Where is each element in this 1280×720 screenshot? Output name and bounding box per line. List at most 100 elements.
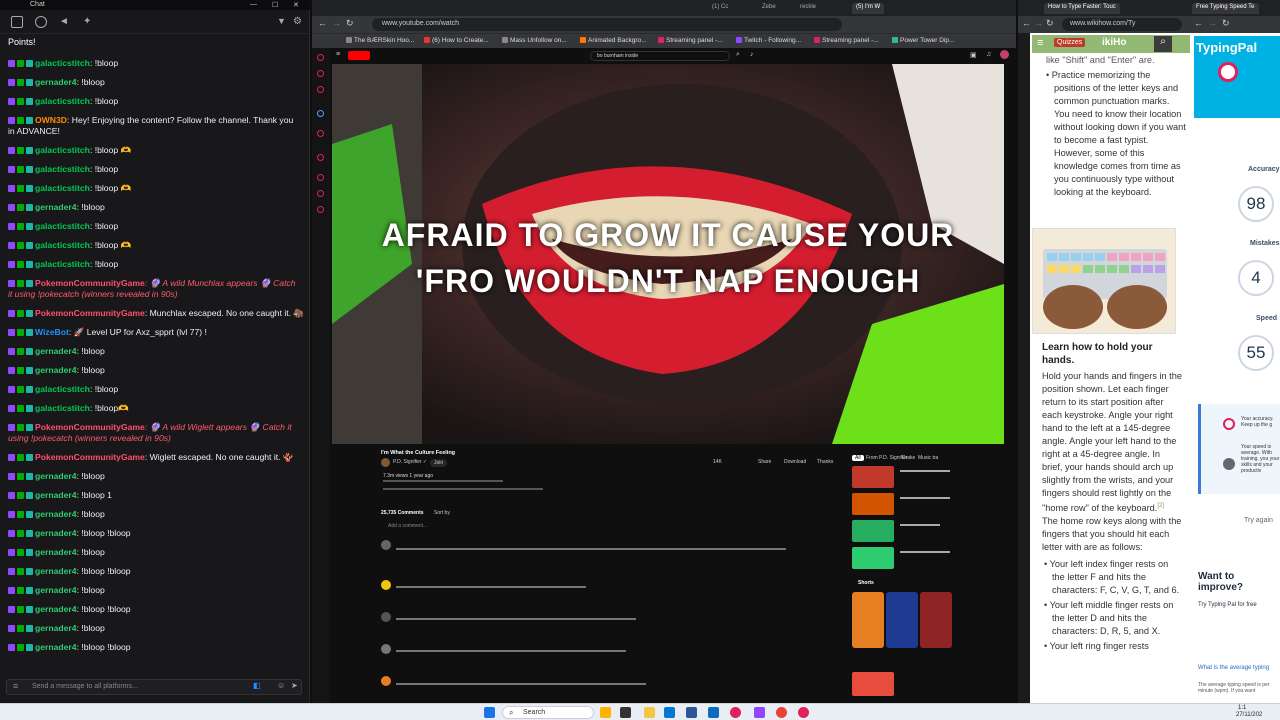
taskbar-search[interactable]: ⌕ Search [502, 706, 594, 719]
search-icon[interactable]: ⌕ [736, 51, 740, 59]
chat-username[interactable]: PokemonCommunityGame [35, 422, 145, 432]
forward-icon[interactable]: → [332, 18, 341, 28]
filter-chip-drake[interactable]: Drake [902, 455, 915, 461]
chrome-icon[interactable] [776, 707, 787, 718]
video-player[interactable]: AFRAID TO GROW IT CAUSE YOUR 'FRO WOULDN… [332, 64, 1004, 444]
chat-username[interactable]: galacticstitch [35, 145, 90, 155]
activity-icon[interactable] [35, 16, 47, 28]
tab-item[interactable]: (1) Cc [708, 3, 732, 14]
sidebar-icon[interactable] [317, 206, 324, 213]
recommendation-thumbnail[interactable] [852, 547, 894, 569]
maximize-icon[interactable]: ☐ [272, 1, 278, 9]
send-icon[interactable]: ➤ [291, 681, 298, 690]
reload-icon[interactable]: ↻ [346, 18, 354, 29]
sidebar-icon[interactable] [317, 86, 324, 93]
forward-icon[interactable]: → [1208, 18, 1217, 28]
mail-icon[interactable] [708, 707, 719, 718]
bookmark-item[interactable]: (6) How to Create... [424, 37, 489, 44]
add-comment-input[interactable]: Add a comment... [388, 523, 427, 529]
wikihow-logo-icon[interactable]: ikiHo [1102, 37, 1126, 48]
chat-username[interactable]: gernader4 [35, 604, 77, 614]
join-button[interactable]: Join [430, 459, 448, 467]
try-again-link[interactable]: Try again [1244, 517, 1273, 524]
menu-icon[interactable]: ≡ [1037, 37, 1043, 49]
chat-icon[interactable] [11, 16, 23, 28]
download-button[interactable]: Download [784, 459, 806, 465]
bookmark-item[interactable]: Streaming panel -... [658, 37, 723, 44]
chat-username[interactable]: gernader4 [35, 202, 77, 212]
twitch-icon[interactable] [754, 707, 765, 718]
app-icon[interactable] [730, 707, 741, 718]
address-bar[interactable]: www.wikihow.com/Ty [1062, 18, 1182, 31]
chat-username[interactable]: galacticstitch [35, 403, 90, 413]
chat-username[interactable]: gernader4 [35, 346, 77, 356]
youtube-logo-icon[interactable] [348, 51, 370, 60]
sidebar-icon[interactable] [317, 54, 324, 61]
chat-username[interactable]: galacticstitch [35, 240, 90, 250]
back-icon[interactable]: ← [1022, 18, 1031, 28]
reload-icon[interactable]: ↻ [1046, 18, 1054, 29]
like-count[interactable]: 14K [713, 459, 722, 465]
sparkle-icon[interactable]: ✦ [83, 16, 95, 28]
tab-item[interactable]: Zebe [758, 3, 780, 14]
chat-username[interactable]: PokemonCommunityGame [35, 278, 145, 288]
chat-username[interactable]: galacticstitch [35, 221, 90, 231]
back-icon[interactable]: ← [1194, 18, 1203, 28]
chat-username[interactable]: galacticstitch [35, 384, 90, 394]
faq-heading[interactable]: What is the average typing [1198, 665, 1269, 671]
try-free-link[interactable]: Try Typing Pal for free [1198, 602, 1257, 608]
search-icon[interactable]: ⌕ [1154, 36, 1172, 52]
sidebar-icon[interactable] [317, 70, 324, 77]
chat-username[interactable]: gernader4 [35, 585, 77, 595]
store-icon[interactable] [686, 707, 697, 718]
chat-username[interactable]: galacticstitch [35, 259, 90, 269]
sidebar-icon[interactable] [317, 190, 324, 197]
sidebar-icon[interactable] [317, 174, 324, 181]
edge-icon[interactable] [664, 707, 675, 718]
bookmark-item[interactable]: Twitch - Following... [736, 37, 801, 44]
chat-username[interactable]: gernader4 [35, 566, 77, 576]
chat-username[interactable]: gernader4 [35, 509, 77, 519]
search-input[interactable]: bo burnham inside [590, 51, 730, 61]
clock-date[interactable]: 27/11/202 [1236, 712, 1262, 718]
emoji-icon[interactable]: ☺ [277, 681, 285, 690]
recommendation-thumbnail[interactable] [852, 672, 894, 696]
recommendation-thumbnail[interactable] [852, 466, 894, 488]
chat-username[interactable]: gernader4 [35, 365, 77, 375]
mic-icon[interactable]: ♪ [750, 51, 754, 58]
chat-username[interactable]: gernader4 [35, 547, 77, 557]
chat-username[interactable]: gernader4 [35, 471, 77, 481]
bookmark-item[interactable]: Mass Unfollow on... [502, 37, 567, 44]
chat-username[interactable]: WizeBot [35, 327, 69, 337]
short-thumbnail[interactable] [920, 592, 952, 648]
typingpal-logo[interactable]: TypingPal [1196, 40, 1257, 55]
channel-name[interactable]: P.D. Signifier ✓ [393, 459, 427, 465]
filter-chip-all[interactable]: All [852, 455, 864, 461]
share-button[interactable]: Share [758, 459, 771, 465]
hamburger-icon[interactable]: ≡ [336, 51, 340, 58]
thanks-button[interactable]: Thanks [817, 459, 833, 465]
minimize-icon[interactable]: — [250, 1, 257, 8]
recommendation-thumbnail[interactable] [852, 493, 894, 515]
upload-icon[interactable]: ▣ [970, 51, 977, 59]
channel-avatar[interactable] [381, 458, 390, 467]
folder-icon[interactable] [644, 707, 655, 718]
chat-username[interactable]: galacticstitch [35, 183, 90, 193]
widget-icon[interactable] [600, 707, 611, 718]
chat-username[interactable]: galacticstitch [35, 58, 90, 68]
tab-active[interactable]: Free Typing Speed Te [1192, 3, 1259, 14]
sidebar-icon[interactable] [317, 110, 324, 117]
tab-active[interactable]: (5) I'm W [852, 3, 885, 14]
bookmark-item[interactable]: Streaming panel -... [814, 37, 879, 44]
address-bar[interactable]: www.youtube.com/watch [372, 18, 842, 31]
mute-icon[interactable]: ◄ [59, 16, 71, 28]
filter-icon[interactable]: ▼ [277, 16, 289, 28]
bookmark-item[interactable]: Animated Backgro... [580, 37, 647, 44]
short-thumbnail[interactable] [852, 592, 884, 648]
reload-icon[interactable]: ↻ [1222, 18, 1230, 29]
bookmark-item[interactable]: The BÆRSkin Hoo... [346, 37, 414, 44]
menu-icon[interactable]: ≡ [13, 681, 18, 691]
close-icon[interactable]: ✕ [293, 1, 299, 9]
tab-item[interactable]: reckle [796, 3, 820, 14]
tab-active[interactable]: How to Type Faster: Touc [1044, 3, 1120, 14]
